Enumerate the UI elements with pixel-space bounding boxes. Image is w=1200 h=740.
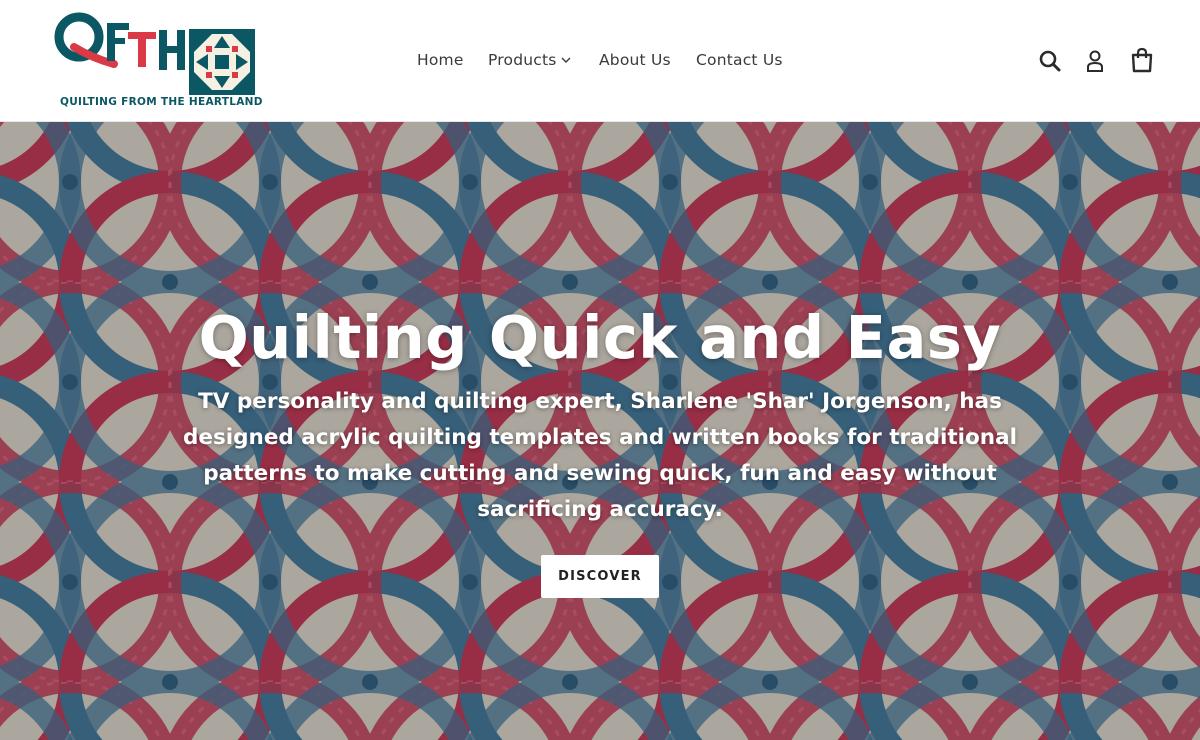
nav-item-contact-us[interactable]: Contact Us [696,50,783,70]
cart-icon[interactable] [1129,46,1155,73]
account-icon[interactable] [1083,48,1109,74]
nav-item-about-us[interactable]: About Us [599,50,671,70]
site-header: QUILTING FROM THE HEARTLAND Home Product… [0,0,1200,122]
hero-description: TV personality and quilting expert, Shar… [183,389,1017,522]
hero-banner: Quilting Quick and Easy TV personality a… [0,122,1200,740]
nav-item-home[interactable]: Home [417,50,464,70]
quilt-block-icon [189,29,255,95]
search-icon[interactable] [1037,48,1063,74]
nav-item-products-label: Products [488,51,557,69]
site-logo[interactable]: QUILTING FROM THE HEARTLAND [52,12,262,112]
logo-tagline: QUILTING FROM THE HEARTLAND [60,96,263,108]
hero-title: Quilting Quick and Easy [198,303,1002,372]
discover-button[interactable]: DISCOVER [541,555,659,598]
nav-item-products[interactable]: Products [488,50,571,71]
chevron-down-icon [561,49,571,69]
